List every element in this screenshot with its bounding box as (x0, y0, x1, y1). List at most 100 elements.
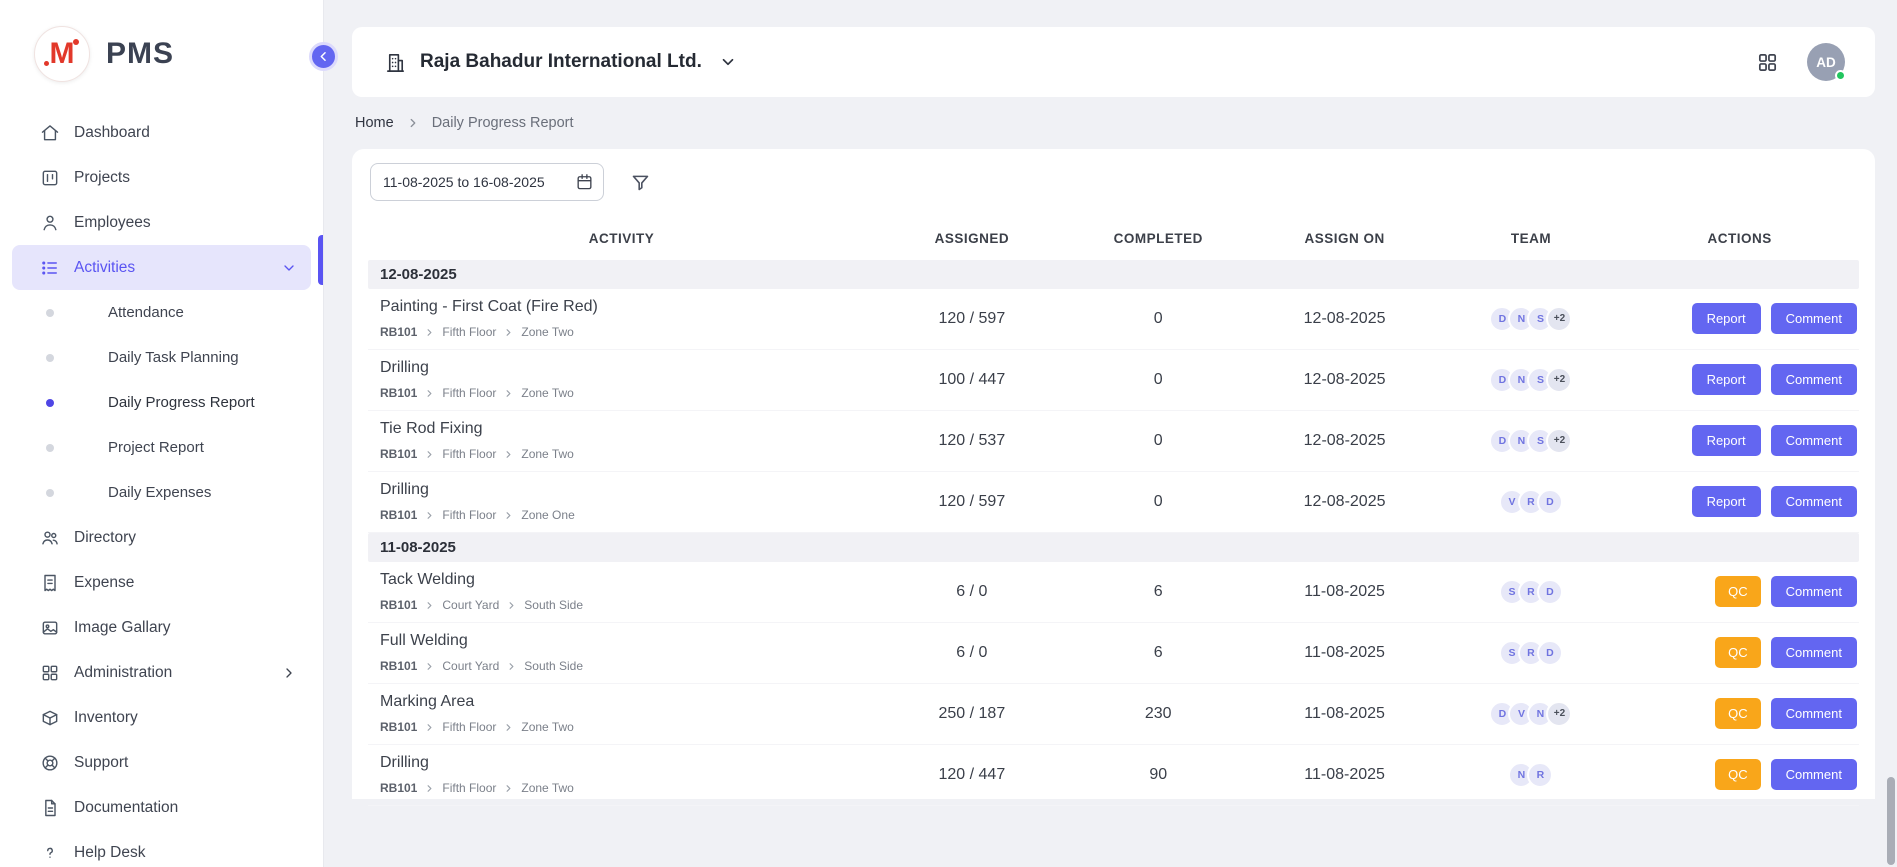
sidebar-item-activities[interactable]: Activities (12, 245, 311, 290)
path-segment: Fifth Floor (442, 720, 496, 734)
header-actions: AD (1756, 43, 1845, 81)
apps-grid-icon[interactable] (1756, 51, 1779, 74)
sidebar-item-help-desk[interactable]: Help Desk (12, 830, 311, 867)
sidebar-item-projects[interactable]: Projects (12, 155, 311, 200)
row-actions: QC Comment (1620, 759, 1859, 790)
team-avatars: D N S +2 (1442, 306, 1621, 332)
sidebar-item-label: Image Gallary (74, 619, 170, 637)
breadcrumb: Home Daily Progress Report (355, 115, 1875, 131)
team-avatar[interactable]: D (1537, 640, 1563, 666)
activity-path: RB101 Fifth Floor Zone Two (380, 325, 875, 339)
path-segment: Court Yard (442, 659, 499, 673)
activity-path: RB101 Fifth Floor Zone Two (380, 781, 875, 795)
sidebar-subitem-daily-progress-report[interactable]: Daily Progress Report (0, 380, 323, 425)
table-row: Painting - First Coat (Fire Red) RB101 F… (368, 289, 1859, 350)
chevron-down-icon (719, 53, 737, 71)
sidebar-item-label: Expense (74, 574, 134, 592)
comment-button[interactable]: Comment (1771, 425, 1857, 456)
company-selector[interactable]: Raja Bahadur International Ltd. (384, 51, 737, 74)
document-icon (40, 798, 60, 818)
sidebar-item-image-gallary[interactable]: Image Gallary (12, 605, 311, 650)
sidebar-item-employees[interactable]: Employees (12, 200, 311, 245)
team-avatars: D N S +2 (1442, 428, 1621, 454)
row-actions: QC Comment (1620, 576, 1859, 607)
project-code: RB101 (380, 720, 417, 734)
team-avatar[interactable]: D (1537, 579, 1563, 605)
sidebar-subitem-project-report[interactable]: Project Report (0, 425, 323, 470)
activity-title: Tie Rod Fixing (380, 420, 875, 438)
report-button[interactable]: Report (1692, 486, 1761, 517)
team-avatar[interactable]: D (1537, 489, 1563, 515)
breadcrumb-home[interactable]: Home (355, 115, 394, 131)
comment-button[interactable]: Comment (1771, 637, 1857, 668)
comment-button[interactable]: Comment (1771, 364, 1857, 395)
group-date-header: 12-08-2025 (368, 260, 1859, 289)
team-extra-count[interactable]: +2 (1546, 428, 1572, 454)
assign-on-value: 11-08-2025 (1248, 705, 1442, 723)
col-completed: COMPLETED (1069, 213, 1248, 260)
assigned-value: 120 / 537 (875, 432, 1069, 450)
team-avatars: V R D (1442, 489, 1621, 515)
col-activity: ACTIVITY (368, 213, 875, 260)
sidebar-item-expense[interactable]: Expense (12, 560, 311, 605)
report-button[interactable]: Report (1692, 425, 1761, 456)
bullet-icon (46, 354, 54, 362)
sidebar-item-support[interactable]: Support (12, 740, 311, 785)
comment-button[interactable]: Comment (1771, 576, 1857, 607)
assigned-value: 120 / 597 (875, 493, 1069, 511)
activity-title: Marking Area (380, 693, 875, 711)
group-date-header: 11-08-2025 (368, 533, 1859, 562)
bullet-icon (46, 309, 54, 317)
chevron-right-icon (503, 722, 514, 733)
report-button[interactable]: Report (1692, 303, 1761, 334)
help-circle-icon (40, 843, 60, 863)
table-row: Drilling RB101 Fifth Floor Zone One 120 … (368, 472, 1859, 533)
comment-button[interactable]: Comment (1771, 698, 1857, 729)
chevron-right-icon (406, 116, 420, 130)
filter-icon[interactable] (630, 172, 651, 193)
sidebar-item-directory[interactable]: Directory (12, 515, 311, 560)
qc-button[interactable]: QC (1715, 698, 1761, 729)
activity-path: RB101 Fifth Floor Zone One (380, 508, 875, 522)
sidebar-subitem-attendance[interactable]: Attendance (0, 290, 323, 335)
path-segment: Zone Two (521, 781, 573, 795)
sidebar-subitem-daily-expenses[interactable]: Daily Expenses (0, 470, 323, 515)
app-logo: M (34, 26, 90, 82)
sidebar-collapse-button[interactable] (309, 42, 338, 71)
table-row: Marking Area RB101 Fifth Floor Zone Two … (368, 684, 1859, 745)
project-code: RB101 (380, 325, 417, 339)
row-actions: Report Comment (1620, 425, 1859, 456)
comment-button[interactable]: Comment (1771, 303, 1857, 334)
activity-title: Tack Welding (380, 571, 875, 589)
sidebar-item-label: Help Desk (74, 844, 146, 862)
row-actions: Report Comment (1620, 303, 1859, 334)
comment-button[interactable]: Comment (1771, 486, 1857, 517)
sidebar-subitem-label: Daily Progress Report (108, 394, 255, 411)
qc-button[interactable]: QC (1715, 759, 1761, 790)
sidebar-item-administration[interactable]: Administration (12, 650, 311, 695)
sidebar-item-dashboard[interactable]: Dashboard (12, 110, 311, 155)
path-segment: South Side (524, 598, 583, 612)
vertical-scrollbar[interactable] (1887, 777, 1895, 865)
sidebar-item-inventory[interactable]: Inventory (12, 695, 311, 740)
completed-value: 0 (1069, 310, 1248, 328)
date-range-input[interactable] (370, 163, 604, 201)
chevron-left-icon (316, 49, 331, 64)
row-actions: QC Comment (1620, 698, 1859, 729)
chevron-right-icon (503, 327, 514, 338)
team-extra-count[interactable]: +2 (1546, 306, 1572, 332)
user-avatar[interactable]: AD (1807, 43, 1845, 81)
completed-value: 0 (1069, 371, 1248, 389)
sidebar-item-documentation[interactable]: Documentation (12, 785, 311, 830)
path-segment: South Side (524, 659, 583, 673)
qc-button[interactable]: QC (1715, 637, 1761, 668)
sidebar-subitem-daily-task-planning[interactable]: Daily Task Planning (0, 335, 323, 380)
qc-button[interactable]: QC (1715, 576, 1761, 607)
team-extra-count[interactable]: +2 (1546, 367, 1572, 393)
row-actions: Report Comment (1620, 486, 1859, 517)
team-avatar[interactable]: R (1527, 762, 1553, 788)
report-button[interactable]: Report (1692, 364, 1761, 395)
team-extra-count[interactable]: +2 (1546, 701, 1572, 727)
comment-button[interactable]: Comment (1771, 759, 1857, 790)
receipt-icon (40, 573, 60, 593)
